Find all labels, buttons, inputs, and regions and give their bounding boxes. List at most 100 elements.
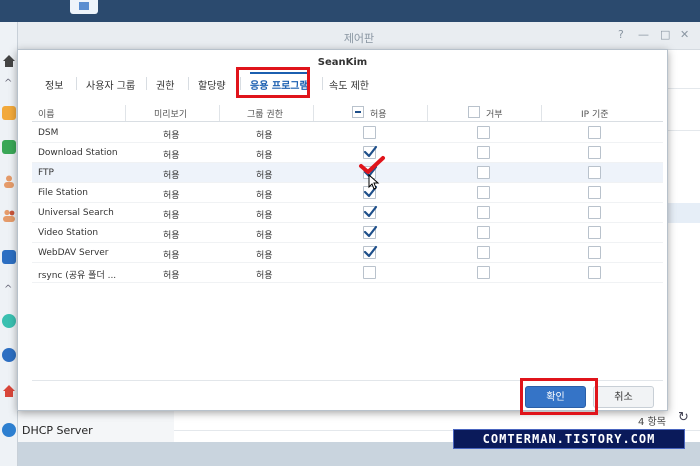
column-header-name[interactable]: 이름 xyxy=(38,107,55,120)
check-mark-icon xyxy=(363,225,378,238)
group-icon[interactable] xyxy=(2,208,16,222)
tab-user-groups[interactable]: 사용자 그룹 xyxy=(86,77,135,92)
ip-checkbox[interactable] xyxy=(588,166,601,179)
file-services-icon[interactable] xyxy=(2,140,16,154)
group-permission-value: 허용 xyxy=(256,131,273,141)
dialog-title: SeanKim xyxy=(317,57,368,68)
column-separator xyxy=(125,105,126,121)
preview-value: 허용 xyxy=(163,171,180,181)
ip-checkbox[interactable] xyxy=(588,126,601,139)
mouse-cursor-icon xyxy=(368,174,380,190)
ip-checkbox[interactable] xyxy=(588,266,601,279)
preview-value: 허용 xyxy=(163,271,180,281)
deny-checkbox[interactable] xyxy=(477,266,490,279)
deny-checkbox[interactable] xyxy=(477,226,490,239)
preview-value: 허용 xyxy=(163,251,180,261)
window-title: 제어판 xyxy=(343,32,375,45)
allow-checkbox[interactable] xyxy=(363,205,378,219)
group-permission-value: 허용 xyxy=(256,191,273,201)
close-icon[interactable]: ✕ xyxy=(680,28,689,41)
home-icon[interactable] xyxy=(2,54,16,68)
ip-checkbox[interactable] xyxy=(588,206,601,219)
column-separator xyxy=(541,105,542,121)
desktop-taskbar xyxy=(0,0,700,22)
dhcp-server-icon xyxy=(2,423,16,437)
group-permission-value: 허용 xyxy=(256,151,273,161)
app-name: Video Station xyxy=(38,228,99,238)
domain-icon[interactable] xyxy=(2,250,16,264)
table-row[interactable]: rsync (공유 폴더 ... 허용 허용 xyxy=(32,263,663,283)
allow-checkbox[interactable] xyxy=(363,126,376,139)
tab-separator xyxy=(188,77,189,90)
allow-checkbox[interactable] xyxy=(363,225,378,239)
tab-highlight-box xyxy=(236,67,310,98)
ip-checkbox[interactable] xyxy=(588,146,601,159)
control-panel-taskbar-icon[interactable] xyxy=(70,0,98,14)
collapse-icon[interactable]: ^ xyxy=(4,78,12,89)
network-icon[interactable] xyxy=(2,348,16,362)
app-name: DSM xyxy=(38,128,59,138)
group-permission-value: 허용 xyxy=(256,171,273,181)
tab-speed-limit[interactable]: 속도 제한 xyxy=(329,77,369,92)
column-separator xyxy=(427,105,428,121)
help-icon[interactable]: ? xyxy=(618,28,624,41)
deny-checkbox[interactable] xyxy=(477,126,490,139)
item-count: 4 항목 xyxy=(638,417,666,428)
deny-checkbox[interactable] xyxy=(477,146,490,159)
preview-value: 허용 xyxy=(163,131,180,141)
table-row[interactable]: Universal Search 허용 허용 xyxy=(32,203,663,223)
ip-checkbox[interactable] xyxy=(588,186,601,199)
table-row[interactable]: FTP 허용 허용 xyxy=(32,163,663,183)
table-row[interactable]: Video Station 허용 허용 xyxy=(32,223,663,243)
tab-permissions[interactable]: 권한 xyxy=(156,77,174,92)
column-separator xyxy=(219,105,220,121)
deny-checkbox[interactable] xyxy=(477,166,490,179)
group-permission-value: 허용 xyxy=(256,211,273,221)
ip-checkbox[interactable] xyxy=(588,246,601,259)
tab-quota[interactable]: 할당량 xyxy=(198,77,226,92)
collapse-icon-2[interactable]: ^ xyxy=(4,284,12,295)
watermark: COMTERMAN.TISTORY.COM xyxy=(453,429,685,449)
column-header-group-permission[interactable]: 그룹 권한 xyxy=(247,107,283,120)
group-permission-value: 허용 xyxy=(256,251,273,261)
quickconnect-icon[interactable] xyxy=(2,314,16,328)
minimize-icon[interactable]: — xyxy=(638,28,649,41)
tab-info[interactable]: 정보 xyxy=(45,77,63,92)
table-row[interactable]: File Station 허용 허용 xyxy=(32,183,663,203)
group-permission-value: 허용 xyxy=(256,271,273,281)
sidebar-item-dhcp-server[interactable]: DHCP Server xyxy=(2,422,152,438)
table-row[interactable]: DSM 허용 허용 xyxy=(32,123,663,143)
column-header-deny[interactable]: 거부 xyxy=(486,107,503,120)
app-name: Download Station xyxy=(38,148,118,158)
tab-separator xyxy=(76,77,77,90)
deny-all-checkbox[interactable] xyxy=(468,106,480,118)
app-name: rsync (공유 폴더 ... xyxy=(38,271,117,281)
column-header-preview[interactable]: 미리보기 xyxy=(154,107,187,120)
refresh-icon[interactable]: ↻ xyxy=(678,410,689,425)
window-titlebar: 제어판 ? — □ ✕ xyxy=(18,22,700,50)
preview-value: 허용 xyxy=(163,151,180,161)
check-mark-icon xyxy=(363,245,378,258)
column-header-allow[interactable]: 허용 xyxy=(370,107,387,120)
table-row[interactable]: Download Station 허용 허용 xyxy=(32,143,663,163)
shared-folder-icon[interactable] xyxy=(2,106,16,120)
allow-checkbox[interactable] xyxy=(363,245,378,259)
maximize-icon[interactable]: □ xyxy=(660,28,670,41)
column-header-ip-based[interactable]: IP 기준 xyxy=(581,107,609,120)
allow-checkbox[interactable] xyxy=(363,266,376,279)
deny-checkbox[interactable] xyxy=(477,206,490,219)
app-name: Universal Search xyxy=(38,208,114,218)
preview-value: 허용 xyxy=(163,211,180,221)
preview-value: 허용 xyxy=(163,191,180,201)
allow-all-checkbox[interactable] xyxy=(352,106,364,118)
deny-checkbox[interactable] xyxy=(477,246,490,259)
deny-checkbox[interactable] xyxy=(477,186,490,199)
preview-value: 허용 xyxy=(163,231,180,241)
user-icon[interactable] xyxy=(2,174,16,188)
table-row[interactable]: WebDAV Server 허용 허용 xyxy=(32,243,663,263)
tab-separator xyxy=(322,77,323,90)
app-name: FTP xyxy=(38,168,54,178)
ip-checkbox[interactable] xyxy=(588,226,601,239)
security-icon[interactable] xyxy=(2,384,16,398)
cancel-button[interactable]: 취소 xyxy=(593,386,654,408)
